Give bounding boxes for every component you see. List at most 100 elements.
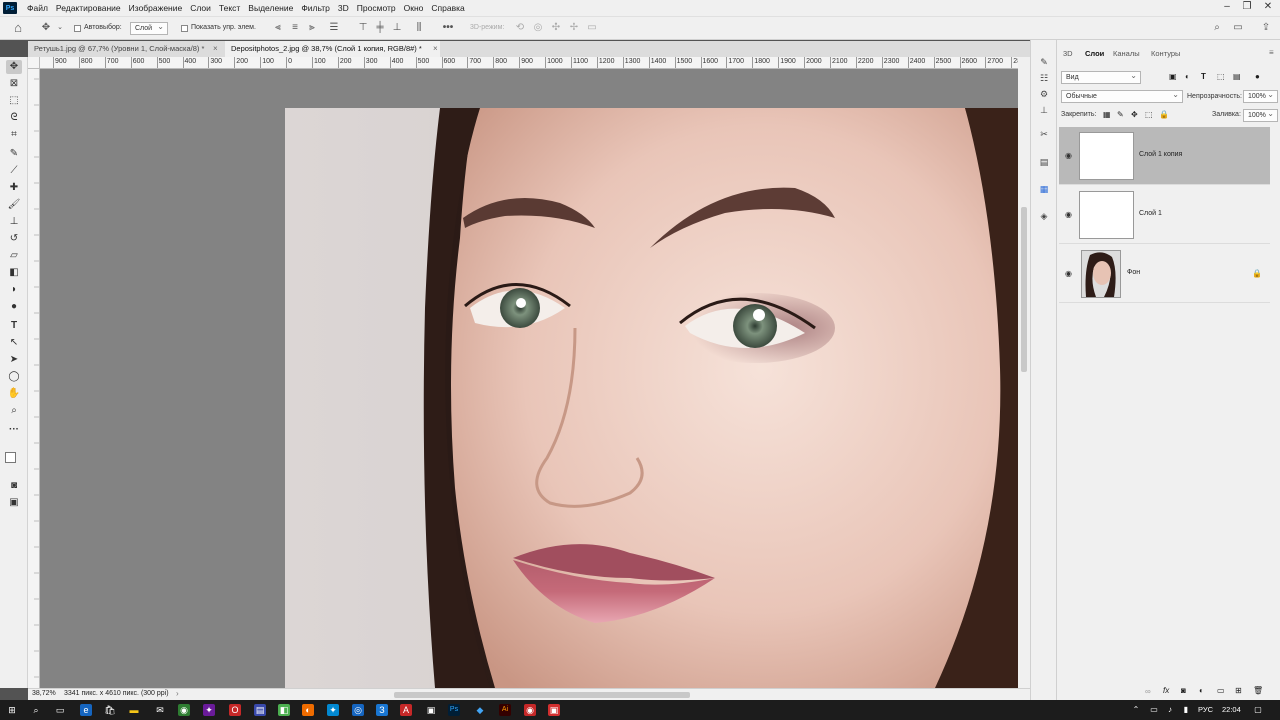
layer-row[interactable]: ◉ Слой 1 xyxy=(1059,186,1270,244)
zoom-tool-icon[interactable]: ⌕ xyxy=(6,404,22,418)
search-icon[interactable]: ⌕ xyxy=(30,704,42,716)
3d-slide-icon[interactable]: ✢ xyxy=(568,22,580,34)
volume-icon[interactable]: ♪ xyxy=(1164,704,1176,716)
share-icon[interactable]: ⇪ xyxy=(1260,22,1272,34)
edge-icon[interactable]: e xyxy=(80,704,92,716)
app-icon[interactable]: ◆ xyxy=(474,704,486,716)
layer-name[interactable]: Слой 1 копия xyxy=(1139,151,1182,158)
lock-artboard-icon[interactable]: ⬚ xyxy=(1145,110,1153,119)
navigator-icon[interactable]: ◈ xyxy=(1038,210,1050,222)
menu-text[interactable]: Текст xyxy=(215,3,244,13)
app-icon[interactable]: ◧ xyxy=(278,704,290,716)
marquee-tool-icon[interactable]: ⬚ xyxy=(6,94,22,108)
tab-paths[interactable]: Контуры xyxy=(1151,49,1180,58)
menu-help[interactable]: Справка xyxy=(427,3,468,13)
menu-filter[interactable]: Фильтр xyxy=(297,3,334,13)
tab-depositphotos[interactable]: Depositphotos_2.jpg @ 38,7% (Слой 1 копи… xyxy=(225,41,440,57)
eye-icon[interactable]: ◉ xyxy=(1065,269,1072,278)
screen-mode-icon[interactable]: ▣ xyxy=(6,496,22,510)
crop-tool-icon[interactable]: ⌗ xyxy=(6,128,22,142)
move-tool-icon[interactable]: ✥ xyxy=(40,22,52,34)
windows-start-icon[interactable]: ⊞ xyxy=(6,704,18,716)
firefox-icon[interactable]: ◐ xyxy=(302,704,314,716)
layer-filter-dropdown[interactable]: Вид xyxy=(1061,70,1141,84)
tab-3d[interactable]: 3D xyxy=(1063,49,1073,58)
lock-position-icon[interactable]: ✥ xyxy=(1131,110,1138,119)
layer-row[interactable]: ◉ Фон 🔒 xyxy=(1059,245,1270,303)
link-layers-icon[interactable]: ∞ xyxy=(1145,687,1151,696)
new-group-icon[interactable]: ▭ xyxy=(1217,686,1225,695)
tab-channels[interactable]: Каналы xyxy=(1113,49,1140,58)
align-left-icon[interactable]: ⫷ xyxy=(272,22,284,34)
illustrator-icon[interactable]: Ai xyxy=(499,704,511,716)
network-icon[interactable]: ▭ xyxy=(1148,704,1160,716)
3d-orbit-icon[interactable]: ⟲ xyxy=(514,22,526,34)
new-layer-icon[interactable]: ⊞ xyxy=(1235,686,1242,695)
shape-tool-icon[interactable]: ◯ xyxy=(6,370,22,384)
eyedropper-tool-icon[interactable]: ⟋ xyxy=(6,164,22,178)
zoom-level[interactable]: 38,72% xyxy=(32,690,56,697)
artboard-tool-icon[interactable]: ⊠ xyxy=(6,77,22,91)
app-icon[interactable]: ▤ xyxy=(254,704,266,716)
fx-icon[interactable]: fx xyxy=(1163,686,1169,695)
filter-pixel-icon[interactable]: ▣ xyxy=(1169,72,1177,81)
vertical-scrollbar[interactable] xyxy=(1018,57,1030,688)
eraser-tool-icon[interactable]: ▱ xyxy=(6,249,22,263)
filter-type-icon[interactable]: T xyxy=(1201,72,1206,81)
notifications-icon[interactable]: ▢ xyxy=(1252,704,1264,716)
acrobat-icon[interactable]: A xyxy=(400,704,412,716)
stamp-tool-icon[interactable]: ⊥ xyxy=(6,215,22,229)
scroll-thumb[interactable] xyxy=(1021,207,1027,372)
layer-name[interactable]: Фон xyxy=(1127,269,1140,276)
eye-icon[interactable]: ◉ xyxy=(1065,151,1072,160)
filter-adjustment-icon[interactable]: ◐ xyxy=(1185,72,1190,81)
restore-icon[interactable]: ❐ xyxy=(1237,0,1257,16)
3d-camera-icon[interactable]: ▭ xyxy=(586,22,598,34)
menu-select[interactable]: Выделение xyxy=(244,3,297,13)
battery-icon[interactable]: ▮ xyxy=(1180,704,1192,716)
quick-mask-icon[interactable]: ◙ xyxy=(6,479,22,493)
more-icon[interactable]: ••• xyxy=(442,22,454,34)
app-icon[interactable]: ✦ xyxy=(203,704,215,716)
align-top-icon[interactable]: ⊤ xyxy=(357,22,369,34)
blend-mode-dropdown[interactable]: Обычные xyxy=(1061,89,1183,103)
clock[interactable]: 22:04 xyxy=(1222,705,1241,714)
panel-menu-icon[interactable]: ≡ xyxy=(1269,48,1274,57)
3d-roll-icon[interactable]: ◎ xyxy=(532,22,544,34)
chevron-right-icon[interactable]: › xyxy=(176,689,179,698)
eye-icon[interactable]: ◉ xyxy=(1065,210,1072,219)
app-icon[interactable]: ◎ xyxy=(352,704,364,716)
align-middle-icon[interactable]: ╪ xyxy=(374,22,386,34)
adjustment-layer-icon[interactable]: ◐ xyxy=(1199,686,1204,695)
opera-icon[interactable]: O xyxy=(229,704,241,716)
move-tool-icon[interactable]: ✥ xyxy=(6,60,22,74)
document-canvas[interactable] xyxy=(40,69,1018,688)
delete-layer-icon[interactable]: 🗑 xyxy=(1253,686,1263,695)
home-icon[interactable]: ⌂ xyxy=(12,21,24,34)
quick-select-tool-icon[interactable]: ✎ xyxy=(6,147,22,161)
add-mask-icon[interactable]: ◙ xyxy=(1181,686,1186,695)
store-icon[interactable]: 🛍 xyxy=(104,704,116,716)
portrait-image[interactable] xyxy=(285,108,1018,688)
hand-tool-icon[interactable]: ✋ xyxy=(6,387,22,401)
tool-presets-icon[interactable]: ✂ xyxy=(1038,128,1050,140)
menu-window[interactable]: Окно xyxy=(400,3,428,13)
filter-toggle-icon[interactable]: ● xyxy=(1255,72,1260,81)
blur-tool-icon[interactable]: ◗ xyxy=(6,283,22,297)
app-icon[interactable]: ◉ xyxy=(524,704,536,716)
autoselect-checkbox[interactable] xyxy=(74,25,81,32)
layer-name[interactable]: Слой 1 xyxy=(1139,210,1162,217)
menu-layers[interactable]: Слои xyxy=(186,3,215,13)
menu-edit[interactable]: Редактирование xyxy=(52,3,125,13)
explorer-icon[interactable]: ▬ xyxy=(128,704,140,716)
autoselect-dropdown[interactable]: Слой xyxy=(130,21,168,35)
tab-retouch[interactable]: Ретушь1.jpg @ 67,7% (Уровни 1, Слой-маск… xyxy=(28,41,223,57)
menu-file[interactable]: Файл xyxy=(23,3,52,13)
distribute-icon[interactable]: ⫼ xyxy=(413,22,425,34)
3d-pan-icon[interactable]: ✣ xyxy=(550,22,562,34)
type-tool-icon[interactable]: T xyxy=(6,319,22,333)
clone-source-icon[interactable]: ⊥ xyxy=(1038,104,1050,116)
app-icon[interactable]: ✦ xyxy=(327,704,339,716)
lasso-tool-icon[interactable]: ᘓ xyxy=(6,111,22,125)
menu-view[interactable]: Просмотр xyxy=(353,3,400,13)
